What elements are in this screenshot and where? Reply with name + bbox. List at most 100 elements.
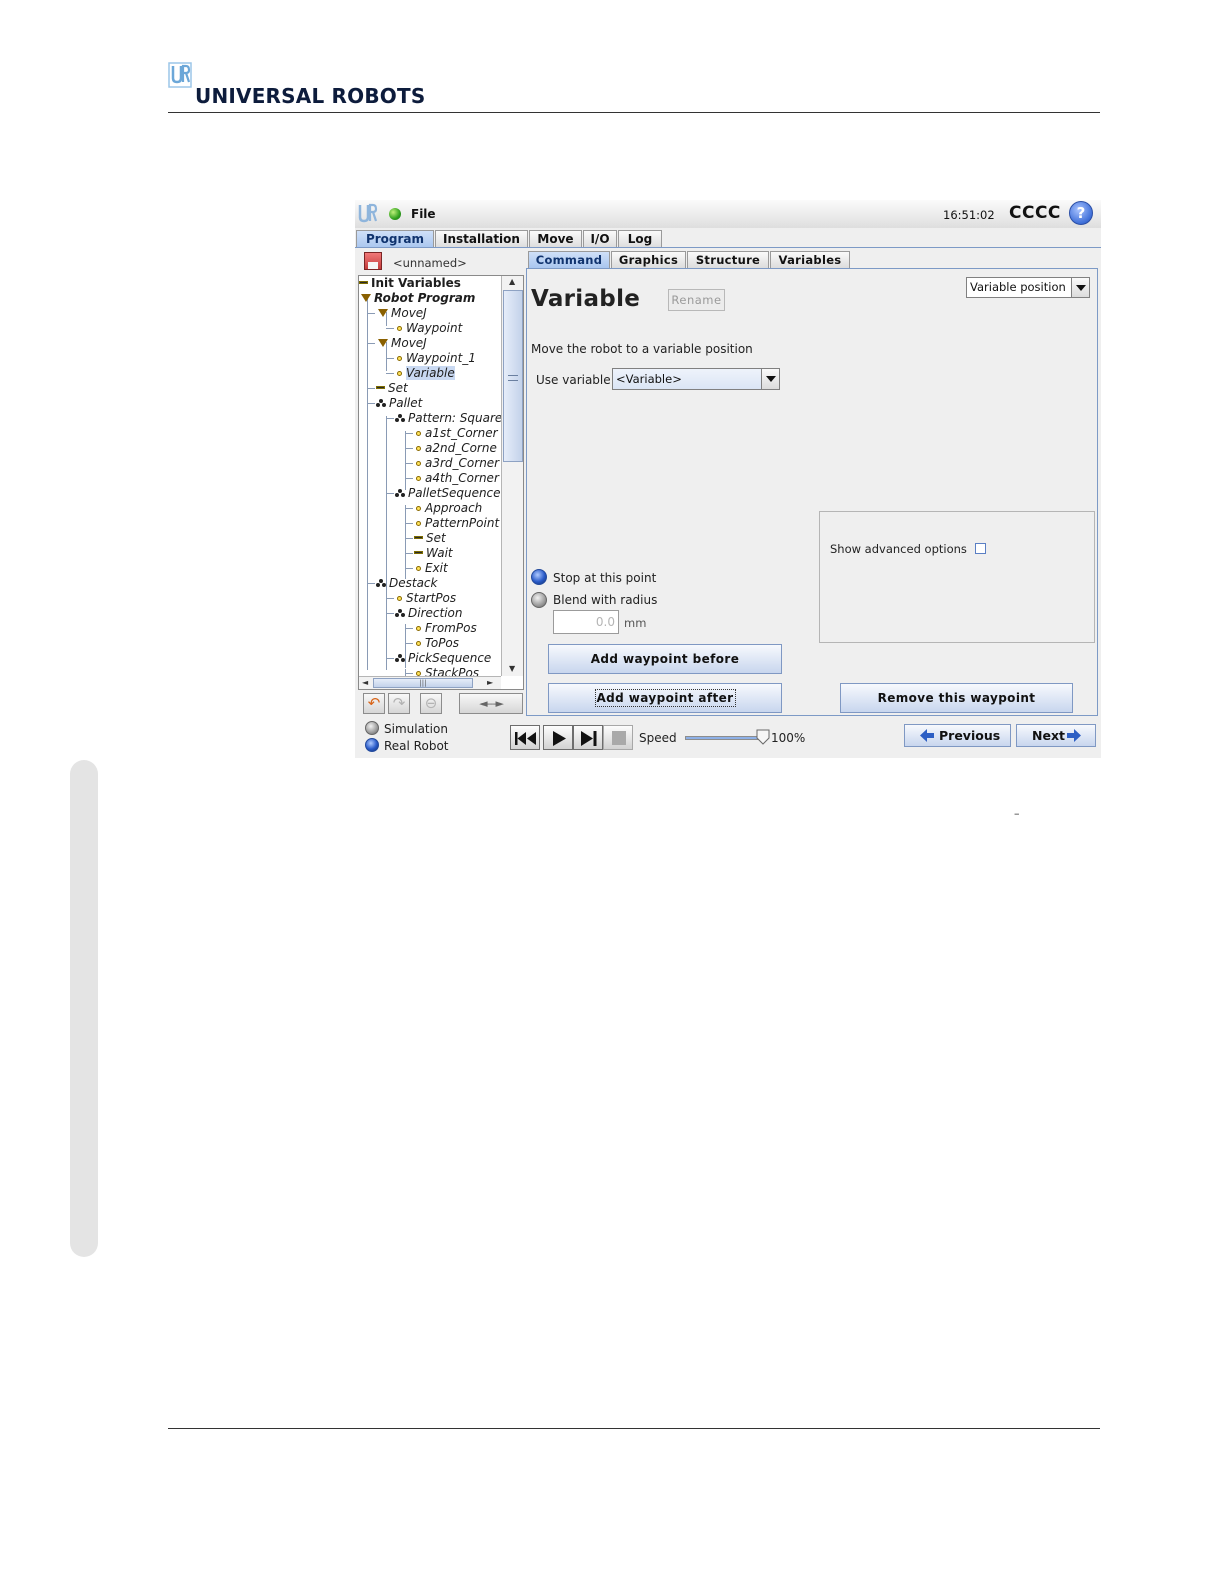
set-icon (376, 386, 385, 389)
tree-item-pallet[interactable]: Pallet (376, 396, 422, 411)
add-waypoint-after-button[interactable]: Add waypoint after (548, 683, 782, 713)
tab-variables[interactable]: Variables (770, 251, 850, 268)
waypoint-icon (416, 460, 421, 466)
waypoint-icon (397, 370, 402, 376)
use-variable-select[interactable]: <Variable> (612, 368, 780, 390)
tree-item-a4th-corner[interactable]: a4th_Corner (416, 471, 499, 486)
waypoint-kind-select[interactable]: Variable position (966, 277, 1090, 298)
play-button[interactable] (543, 725, 573, 750)
tab-structure[interactable]: Structure (687, 251, 769, 268)
tree-horizontal-scrollbar[interactable]: ◄ ||| ► (359, 676, 501, 689)
stop-button[interactable] (603, 725, 633, 750)
speed-slider[interactable] (685, 736, 765, 740)
tree-item-a3rd-corner[interactable]: a3rd_Corner (416, 456, 499, 471)
remove-waypoint-button[interactable]: Remove this waypoint (840, 683, 1073, 713)
tree-item-from-pos[interactable]: FromPos (416, 621, 477, 636)
tree-item-variable[interactable]: Variable (397, 366, 455, 381)
tree-item-direction[interactable]: Direction (395, 606, 462, 621)
pattern-icon (395, 414, 405, 422)
scroll-thumb[interactable] (503, 290, 523, 462)
delete-icon[interactable]: ⊖ (420, 693, 442, 714)
chevron-down-icon[interactable] (761, 369, 779, 389)
scroll-left-icon[interactable]: ◄ (362, 678, 368, 687)
tree-item-to-pos[interactable]: ToPos (416, 636, 459, 651)
tab-graphics[interactable]: Graphics (611, 251, 686, 268)
arrow-right-icon (1067, 729, 1081, 742)
scroll-down-icon[interactable]: ▼ (509, 664, 515, 673)
simulation-radio[interactable] (365, 721, 379, 735)
blend-radius-label: Blend with radius (553, 593, 658, 607)
use-variable-label: Use variable (536, 373, 611, 387)
program-tree: Init Variables Robot Program MoveJ Waypo… (358, 275, 524, 690)
program-workspace: <unnamed> Init Variables Robot Program M… (355, 247, 1101, 717)
tree-item-destack[interactable]: Destack (376, 576, 437, 591)
stop-at-point-radio[interactable] (531, 569, 547, 585)
tab-program[interactable]: Program (356, 230, 434, 248)
command-panel: Variable Rename Variable position Move t… (526, 268, 1098, 716)
step-button[interactable] (573, 725, 603, 750)
tab-command[interactable]: Command (528, 251, 610, 268)
advanced-options-checkbox[interactable] (975, 543, 986, 554)
wait-icon (414, 551, 423, 554)
tree-item-robot-program[interactable]: Robot Program (361, 291, 475, 306)
blend-radius-radio[interactable] (531, 592, 547, 608)
tab-io[interactable]: I/O (583, 230, 617, 248)
file-menu[interactable]: File (411, 207, 436, 221)
help-icon[interactable]: ? (1069, 201, 1093, 225)
tree-item-waypoint[interactable]: Waypoint (397, 321, 462, 336)
tree-item-set[interactable]: Set (414, 531, 446, 546)
tree-item-a2nd-corner[interactable]: a2nd_Corne (416, 441, 497, 456)
undo-icon[interactable]: ↶ (363, 693, 385, 714)
movej-icon (378, 338, 388, 347)
page-mark: – (1014, 807, 1020, 820)
program-header: <unnamed> (355, 248, 525, 274)
destack-icon (376, 579, 386, 587)
tree-item-exit[interactable]: Exit (416, 561, 448, 576)
tab-log[interactable]: Log (618, 230, 662, 248)
save-icon[interactable] (364, 252, 382, 270)
chevron-down-icon[interactable] (1071, 278, 1089, 297)
expand-triangle-icon (361, 293, 371, 302)
tree-item-init-variables[interactable]: Init Variables (359, 276, 461, 291)
play-icon (553, 731, 566, 746)
arrow-left-icon (920, 729, 934, 742)
waypoint-icon (397, 325, 402, 331)
tree-item-movej[interactable]: MoveJ (378, 306, 427, 321)
brand-name: UNIVERSAL ROBOTS (195, 84, 426, 108)
tree-item-pick-sequence[interactable]: PickSequence (395, 651, 491, 666)
tree-item-set[interactable]: Set (376, 381, 408, 396)
rename-button[interactable]: Rename (668, 289, 725, 311)
tree-item-start-pos[interactable]: StartPos (397, 591, 456, 606)
simulation-label: Simulation (384, 722, 448, 736)
add-waypoint-before-button[interactable]: Add waypoint before (548, 644, 782, 674)
tree-item-approach[interactable]: Approach (416, 501, 482, 516)
tree-vertical-scrollbar[interactable]: ▲ ▼ (501, 276, 523, 676)
tree-item-pattern-point[interactable]: PatternPoint (416, 516, 499, 531)
next-button[interactable]: Next (1016, 724, 1096, 747)
scroll-up-icon[interactable]: ▲ (509, 277, 515, 286)
rewind-button[interactable] (510, 725, 540, 750)
tree-item-a1st-corner[interactable]: a1st_Corner (416, 426, 498, 441)
variables-icon (359, 281, 368, 284)
scroll-thumb[interactable]: ||| (373, 678, 473, 688)
blend-radius-input[interactable]: 0.0 (553, 610, 619, 634)
panel-description: Move the robot to a variable position (531, 342, 753, 356)
tab-installation[interactable]: Installation (435, 230, 528, 248)
brand-logo: UNIVERSAL ROBOTS (168, 62, 468, 110)
tree-item-movej[interactable]: MoveJ (378, 336, 427, 351)
waypoint-icon (416, 430, 421, 436)
previous-button[interactable]: Previous (904, 724, 1011, 747)
sequence-icon (395, 654, 405, 662)
tab-move[interactable]: Move (529, 230, 582, 248)
tree-nav-arrows[interactable]: ◄---► (459, 693, 523, 714)
robot-name: CCCC (1009, 203, 1061, 223)
scroll-right-icon[interactable]: ► (487, 678, 493, 687)
next-label: Next (1032, 728, 1065, 743)
tree-item-wait[interactable]: Wait (414, 546, 453, 561)
tree-item-pattern-square[interactable]: Pattern: Square (395, 411, 502, 426)
real-robot-radio[interactable] (365, 738, 379, 752)
tree-item-pallet-sequence[interactable]: PalletSequence (395, 486, 501, 501)
tree-item-waypoint-1[interactable]: Waypoint_1 (397, 351, 476, 366)
speed-slider-thumb[interactable] (756, 729, 770, 745)
redo-icon[interactable]: ↷ (388, 693, 410, 714)
